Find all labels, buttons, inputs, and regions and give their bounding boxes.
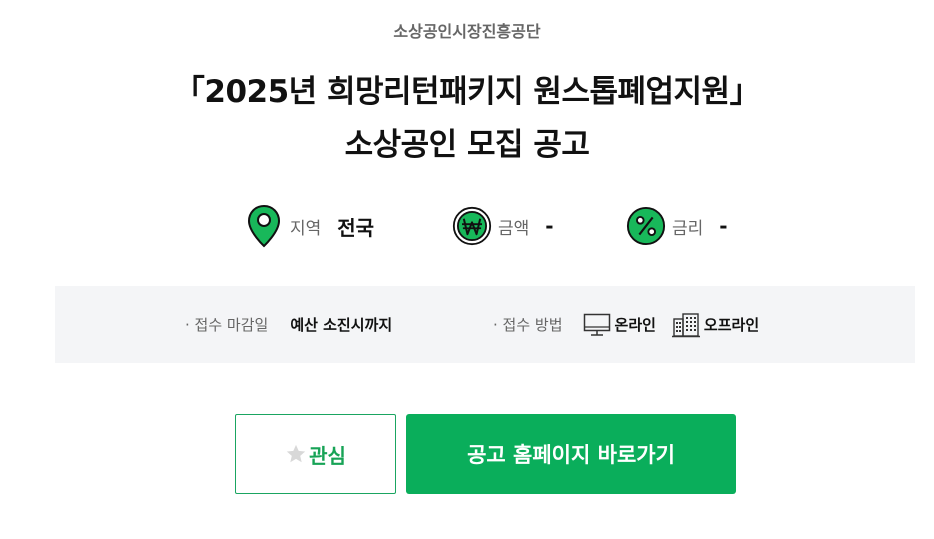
rate-label: 금리 — [672, 218, 704, 239]
homepage-label: 공고 홈페이지 바로가기 — [467, 443, 675, 467]
method-online: 온라인 — [583, 313, 656, 337]
monitor-icon — [583, 313, 610, 336]
won-icon — [452, 204, 492, 248]
amount-info: 금액 - — [452, 202, 554, 250]
organization-name: 소상공인시장진흥공단 — [393, 22, 541, 41]
favorite-label: 관심 — [309, 443, 346, 468]
region-label: 지역 — [290, 218, 322, 239]
application-details: · 접수 마감일 예산 소진시까지 · 접수 방법 온라인 오프라인 — [55, 286, 915, 363]
percent-icon — [626, 204, 666, 248]
region-info: 지역 전국 — [244, 202, 374, 250]
map-pin-icon — [244, 204, 284, 248]
page-title-line2: 소상공인 모집 공고 — [344, 127, 590, 163]
amount-value: - — [545, 214, 554, 238]
amount-label: 금액 — [498, 218, 530, 239]
region-value: 전국 — [337, 215, 375, 240]
method-offline: 오프라인 — [671, 312, 760, 338]
building-icon — [671, 312, 700, 337]
page-title-line1: 「2025년 희망리턴패키지 원스톱폐업지원」 — [173, 74, 761, 110]
homepage-button[interactable]: 공고 홈페이지 바로가기 — [406, 414, 736, 494]
favorite-button[interactable]: 관심 — [235, 414, 396, 494]
method-offline-label: 오프라인 — [703, 316, 760, 334]
deadline-label: · 접수 마감일 — [185, 316, 269, 334]
rate-value: - — [719, 214, 728, 238]
method-item: · 접수 방법 온라인 오프라인 — [493, 286, 759, 363]
rate-info: 금리 - — [626, 202, 728, 250]
star-icon — [286, 444, 306, 463]
summary-row: 지역 전국 금액 - 금리 - — [0, 202, 934, 250]
method-label: · 접수 방법 — [493, 316, 563, 334]
method-online-label: 온라인 — [614, 316, 656, 334]
deadline-item: · 접수 마감일 예산 소진시까지 — [185, 286, 392, 363]
deadline-value: 예산 소진시까지 — [290, 316, 393, 334]
